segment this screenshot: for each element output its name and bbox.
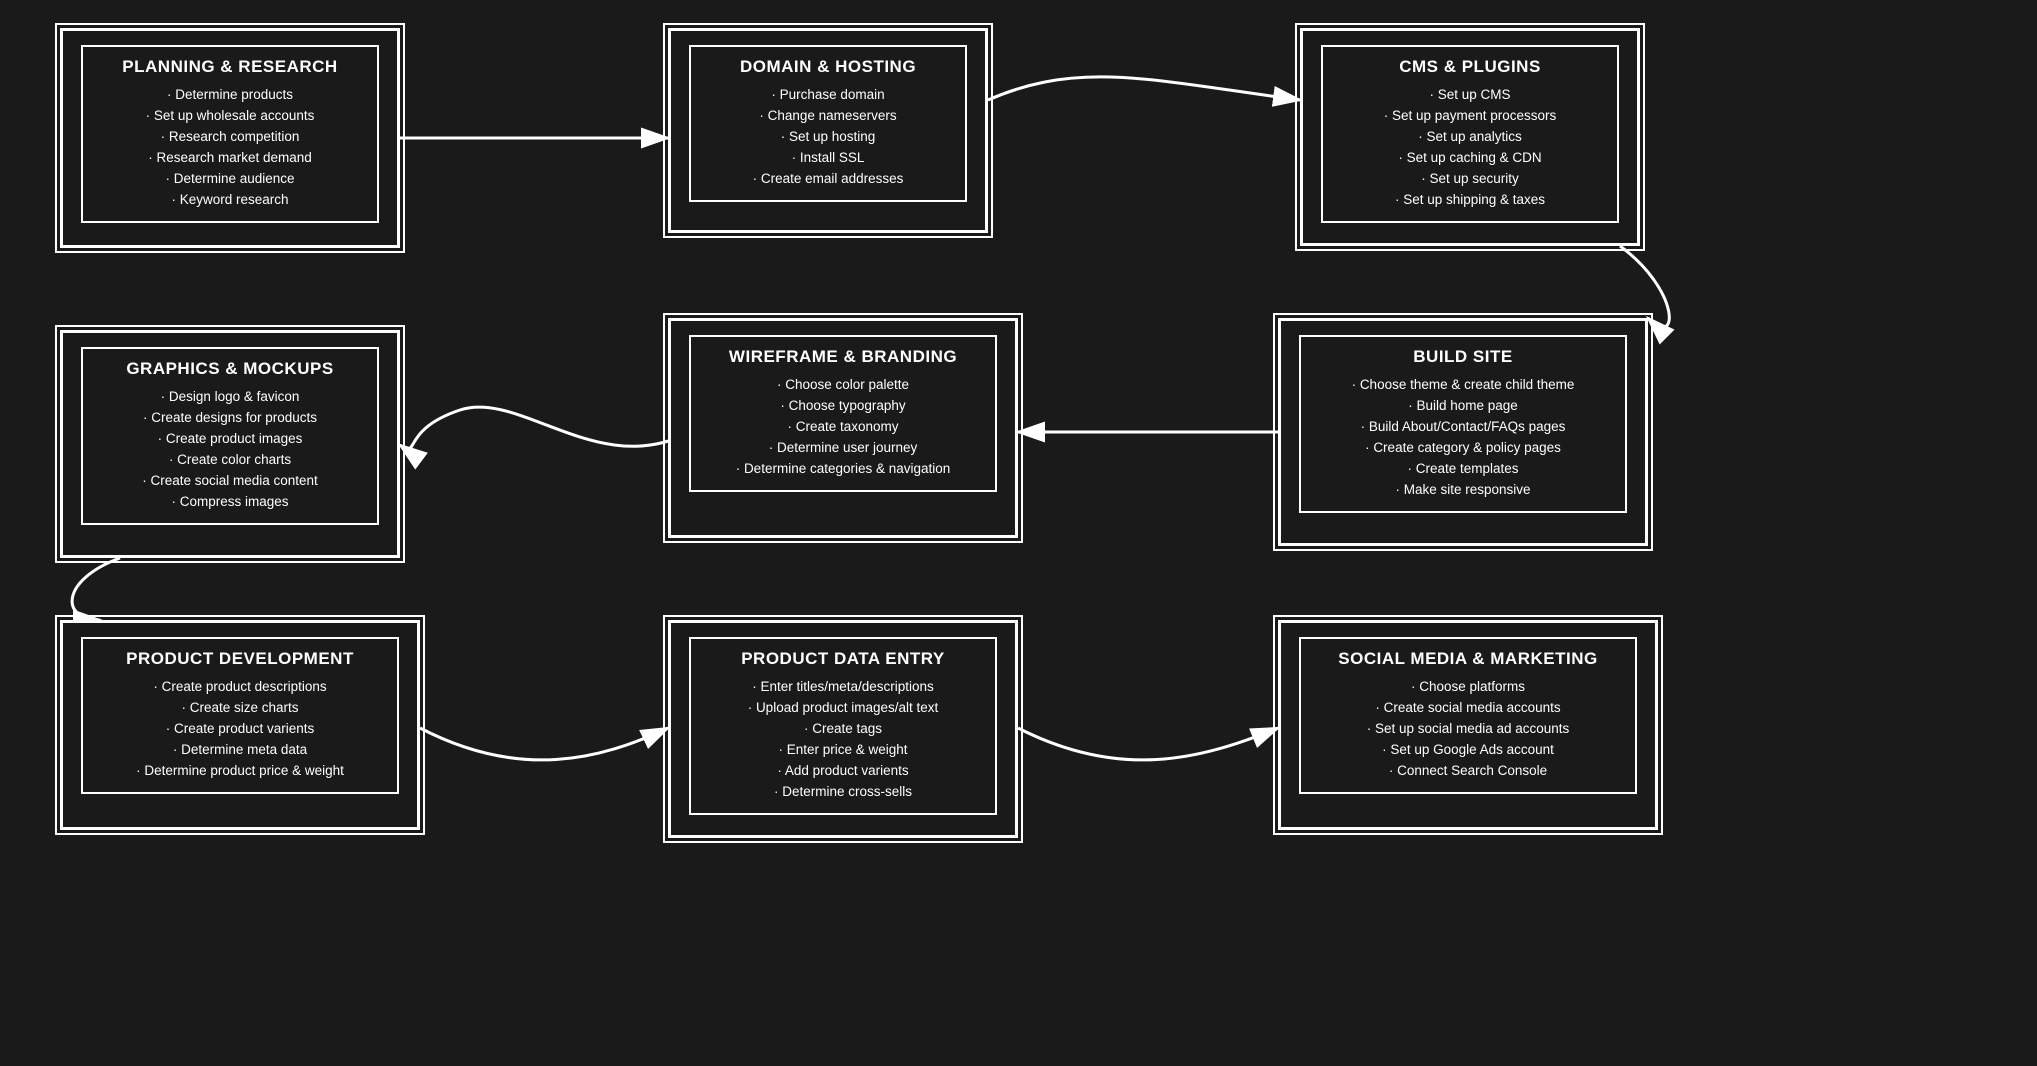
list-item: Set up wholesale accounts: [97, 106, 363, 127]
list-item: Set up security: [1337, 169, 1603, 190]
list-item: Design logo & favicon: [97, 387, 363, 408]
list-item: Create color charts: [97, 450, 363, 471]
list-item: Choose typography: [705, 396, 981, 417]
list-item: Make site responsive: [1315, 480, 1611, 501]
list-item: Enter price & weight: [705, 740, 981, 761]
list-item: Research market demand: [97, 148, 363, 169]
list-item: Compress images: [97, 492, 363, 513]
box-title-cms: CMS & PLUGINS: [1337, 57, 1603, 77]
list-item: Create designs for products: [97, 408, 363, 429]
list-item: Choose platforms: [1315, 677, 1621, 698]
canvas: PLANNING & RESEARCHDetermine productsSet…: [0, 0, 2037, 1066]
list-item: Determine cross-sells: [705, 782, 981, 803]
list-item: Create email addresses: [705, 169, 951, 190]
box-buildsite: BUILD SITE Choose theme & create child th…: [1278, 318, 1648, 546]
list-item: Set up payment processors: [1337, 106, 1603, 127]
list-item: Upload product images/alt text: [705, 698, 981, 719]
list-item: Create tags: [705, 719, 981, 740]
box-cms: CMS & PLUGINS Set up CMSSet up payment pr…: [1300, 28, 1640, 246]
box-wireframe: WIREFRAME & BRANDING Choose color palette…: [668, 318, 1018, 538]
list-item: Create category & policy pages: [1315, 438, 1611, 459]
list-item: Choose theme & create child theme: [1315, 375, 1611, 396]
list-item: Add product varients: [705, 761, 981, 782]
box-title-domain: DOMAIN & HOSTING: [705, 57, 951, 77]
box-title-socialmedia: SOCIAL MEDIA & MARKETING: [1315, 649, 1621, 669]
list-item: Create social media accounts: [1315, 698, 1621, 719]
box-socialmedia: SOCIAL MEDIA & MARKETING Choose platforms…: [1278, 620, 1658, 830]
list-item: Set up CMS: [1337, 85, 1603, 106]
list-item: Set up analytics: [1337, 127, 1603, 148]
list-item: Determine user journey: [705, 438, 981, 459]
list-item: Install SSL: [705, 148, 951, 169]
box-title-productdev: PRODUCT DEVELOPMENT: [97, 649, 383, 669]
box-productdev: PRODUCT DEVELOPMENT Create product descri…: [60, 620, 420, 830]
list-item: Build home page: [1315, 396, 1611, 417]
list-item: Determine product price & weight: [97, 761, 383, 782]
box-productdata: PRODUCT DATA ENTRY Enter titles/meta/desc…: [668, 620, 1018, 838]
list-item: Determine meta data: [97, 740, 383, 761]
list-item: Research competition: [97, 127, 363, 148]
list-item: Set up shipping & taxes: [1337, 190, 1603, 211]
list-item: Create product descriptions: [97, 677, 383, 698]
list-item: Determine categories & navigation: [705, 459, 981, 480]
list-item: Create product varients: [97, 719, 383, 740]
box-graphics: GRAPHICS & MOCKUPSDesign logo & faviconC…: [60, 330, 400, 558]
list-item: Set up hosting: [705, 127, 951, 148]
list-item: Change nameservers: [705, 106, 951, 127]
box-title-wireframe: WIREFRAME & BRANDING: [705, 347, 981, 367]
list-item: Determine audience: [97, 169, 363, 190]
list-item: Create taxonomy: [705, 417, 981, 438]
list-item: Connect Search Console: [1315, 761, 1621, 782]
list-item: Set up caching & CDN: [1337, 148, 1603, 169]
list-item: Set up social media ad accounts: [1315, 719, 1621, 740]
list-item: Create templates: [1315, 459, 1611, 480]
box-domain: DOMAIN & HOSTING Purchase domainChange na…: [668, 28, 988, 233]
box-title-buildsite: BUILD SITE: [1315, 347, 1611, 367]
list-item: Set up Google Ads account: [1315, 740, 1621, 761]
list-item: Create size charts: [97, 698, 383, 719]
list-item: Choose color palette: [705, 375, 981, 396]
list-item: Determine products: [97, 85, 363, 106]
list-item: Purchase domain: [705, 85, 951, 106]
box-title-graphics: GRAPHICS & MOCKUPS: [97, 359, 363, 379]
box-title-productdata: PRODUCT DATA ENTRY: [705, 649, 981, 669]
box-planning: PLANNING & RESEARCH Determine productsSet…: [60, 28, 400, 248]
list-item: Create product images: [97, 429, 363, 450]
box-title-planning: PLANNING & RESEARCH: [97, 57, 363, 77]
list-item: Enter titles/meta/descriptions: [705, 677, 981, 698]
list-item: Create social media content: [97, 471, 363, 492]
list-item: Build About/Contact/FAQs pages: [1315, 417, 1611, 438]
list-item: Keyword research: [97, 190, 363, 211]
